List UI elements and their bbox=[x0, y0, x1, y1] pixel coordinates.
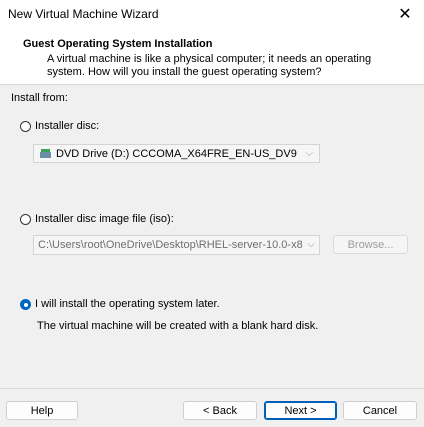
install-later-radio[interactable] bbox=[20, 299, 31, 310]
iso-path-input[interactable]: C:\Users\root\OneDrive\Desktop\RHEL-serv… bbox=[33, 235, 320, 255]
next-button[interactable]: Next > bbox=[264, 401, 337, 420]
iso-path-value: C:\Users\root\OneDrive\Desktop\RHEL-serv… bbox=[38, 239, 303, 251]
title-bar: New Virtual Machine Wizard ✕ bbox=[0, 0, 424, 30]
chevron-down-icon: ⌵ bbox=[305, 148, 313, 159]
iso-radio[interactable] bbox=[20, 214, 31, 225]
help-button[interactable]: Help bbox=[6, 401, 78, 420]
install-later-label[interactable]: I will install the operating system late… bbox=[35, 298, 220, 310]
installer-disc-label[interactable]: Installer disc: bbox=[35, 120, 99, 132]
dvd-drive-value: DVD Drive (D:) CCCOMA_X64FRE_EN-US_DV9 bbox=[56, 148, 297, 160]
page-description: A virtual machine is like a physical com… bbox=[47, 53, 372, 78]
install-from-label: Install from: bbox=[11, 92, 68, 104]
close-icon[interactable]: ✕ bbox=[392, 2, 418, 26]
page-title: Guest Operating System Installation bbox=[23, 38, 213, 50]
dvd-drive-icon bbox=[40, 149, 51, 158]
window-title: New Virtual Machine Wizard bbox=[8, 7, 159, 21]
install-later-note: The virtual machine will be created with… bbox=[37, 320, 319, 332]
iso-label[interactable]: Installer disc image file (iso): bbox=[35, 213, 174, 225]
back-button[interactable]: < Back bbox=[183, 401, 257, 420]
chevron-down-icon: ⌵ bbox=[305, 239, 315, 250]
wizard-header: Guest Operating System Installation A vi… bbox=[0, 30, 424, 85]
browse-button[interactable]: Browse... bbox=[333, 235, 408, 254]
dvd-drive-select[interactable]: DVD Drive (D:) CCCOMA_X64FRE_EN-US_DV9 ⌵ bbox=[33, 144, 320, 163]
installer-disc-radio[interactable] bbox=[20, 121, 31, 132]
cancel-button[interactable]: Cancel bbox=[343, 401, 417, 420]
footer-divider bbox=[0, 388, 424, 389]
